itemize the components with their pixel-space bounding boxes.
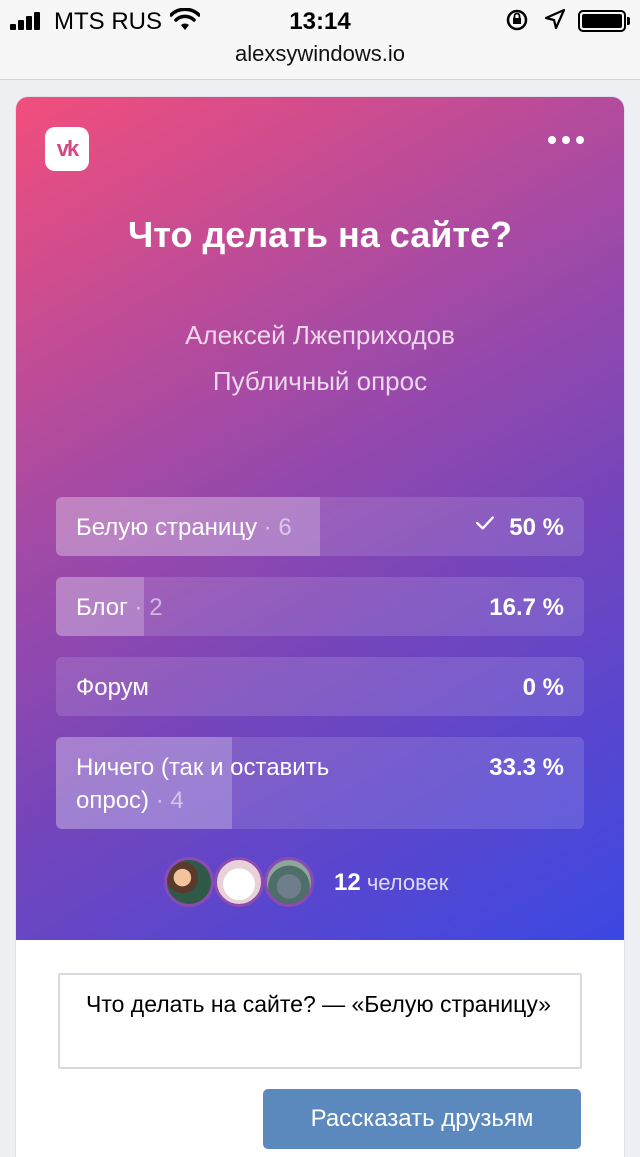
poll-option-3[interactable]: Форум 0 % [56,657,584,716]
option-1-label: Белую страницу [76,514,258,541]
poll-panel: vk Что делать на сайте? Алексей Лжеприхо… [16,97,624,940]
option-2-separator: · [134,594,143,621]
vk-logo-icon[interactable]: vk [45,127,89,171]
option-4-label: Ничего (так и оставить опрос) [76,754,330,814]
poll-option-2[interactable]: Блог · 2 16.7 % [56,577,584,636]
poll-option-4[interactable]: Ничего (так и оставить опрос) · 4 33.3 % [56,737,584,829]
battery-icon [578,10,630,32]
option-1-percent: 50 % [509,514,564,541]
option-2-count: 2 [149,594,163,621]
option-4-count: 4 [170,787,184,814]
share-text-field[interactable]: Что делать на сайте? — «Белую страницу» [58,973,582,1069]
poll-option-1[interactable]: Белую страницу · 6 50 % [56,497,584,556]
share-with-friends-button[interactable]: Рассказать друзьям [263,1089,581,1149]
poll-widget: vk Что делать на сайте? Алексей Лжеприхо… [16,97,624,1157]
voters-label: человек [366,870,449,895]
status-bar: MTS RUS 13:14 [0,0,640,40]
option-1-count: 6 [278,514,292,541]
location-arrow-icon [544,8,566,30]
checkmark-icon [476,516,495,530]
poll-type: Публичный опрос [212,366,428,396]
rotation-lock-icon [506,9,528,31]
option-3-percent: 0 % [522,674,564,701]
voters-count: 12 [334,869,361,896]
address-bar[interactable]: alexsywindows.io [0,40,640,80]
voters-summary[interactable]: 12 человек [164,857,484,907]
option-4-percent: 33.3 % [489,754,564,781]
url-text: alexsywindows.io [235,41,405,66]
option-2-label: Блог [76,594,128,621]
avatar[interactable] [214,857,264,907]
avatar[interactable] [264,857,314,907]
poll-title: Что делать на сайте? [128,214,512,255]
option-4-separator: · [155,787,164,814]
poll-author[interactable]: Алексей Лжеприходов [16,320,624,351]
option-1-separator: · [263,514,272,541]
more-options-icon[interactable] [548,133,588,147]
option-2-percent: 16.7 % [489,594,564,621]
option-3-label: Форум [76,674,149,701]
avatar[interactable] [164,857,214,907]
